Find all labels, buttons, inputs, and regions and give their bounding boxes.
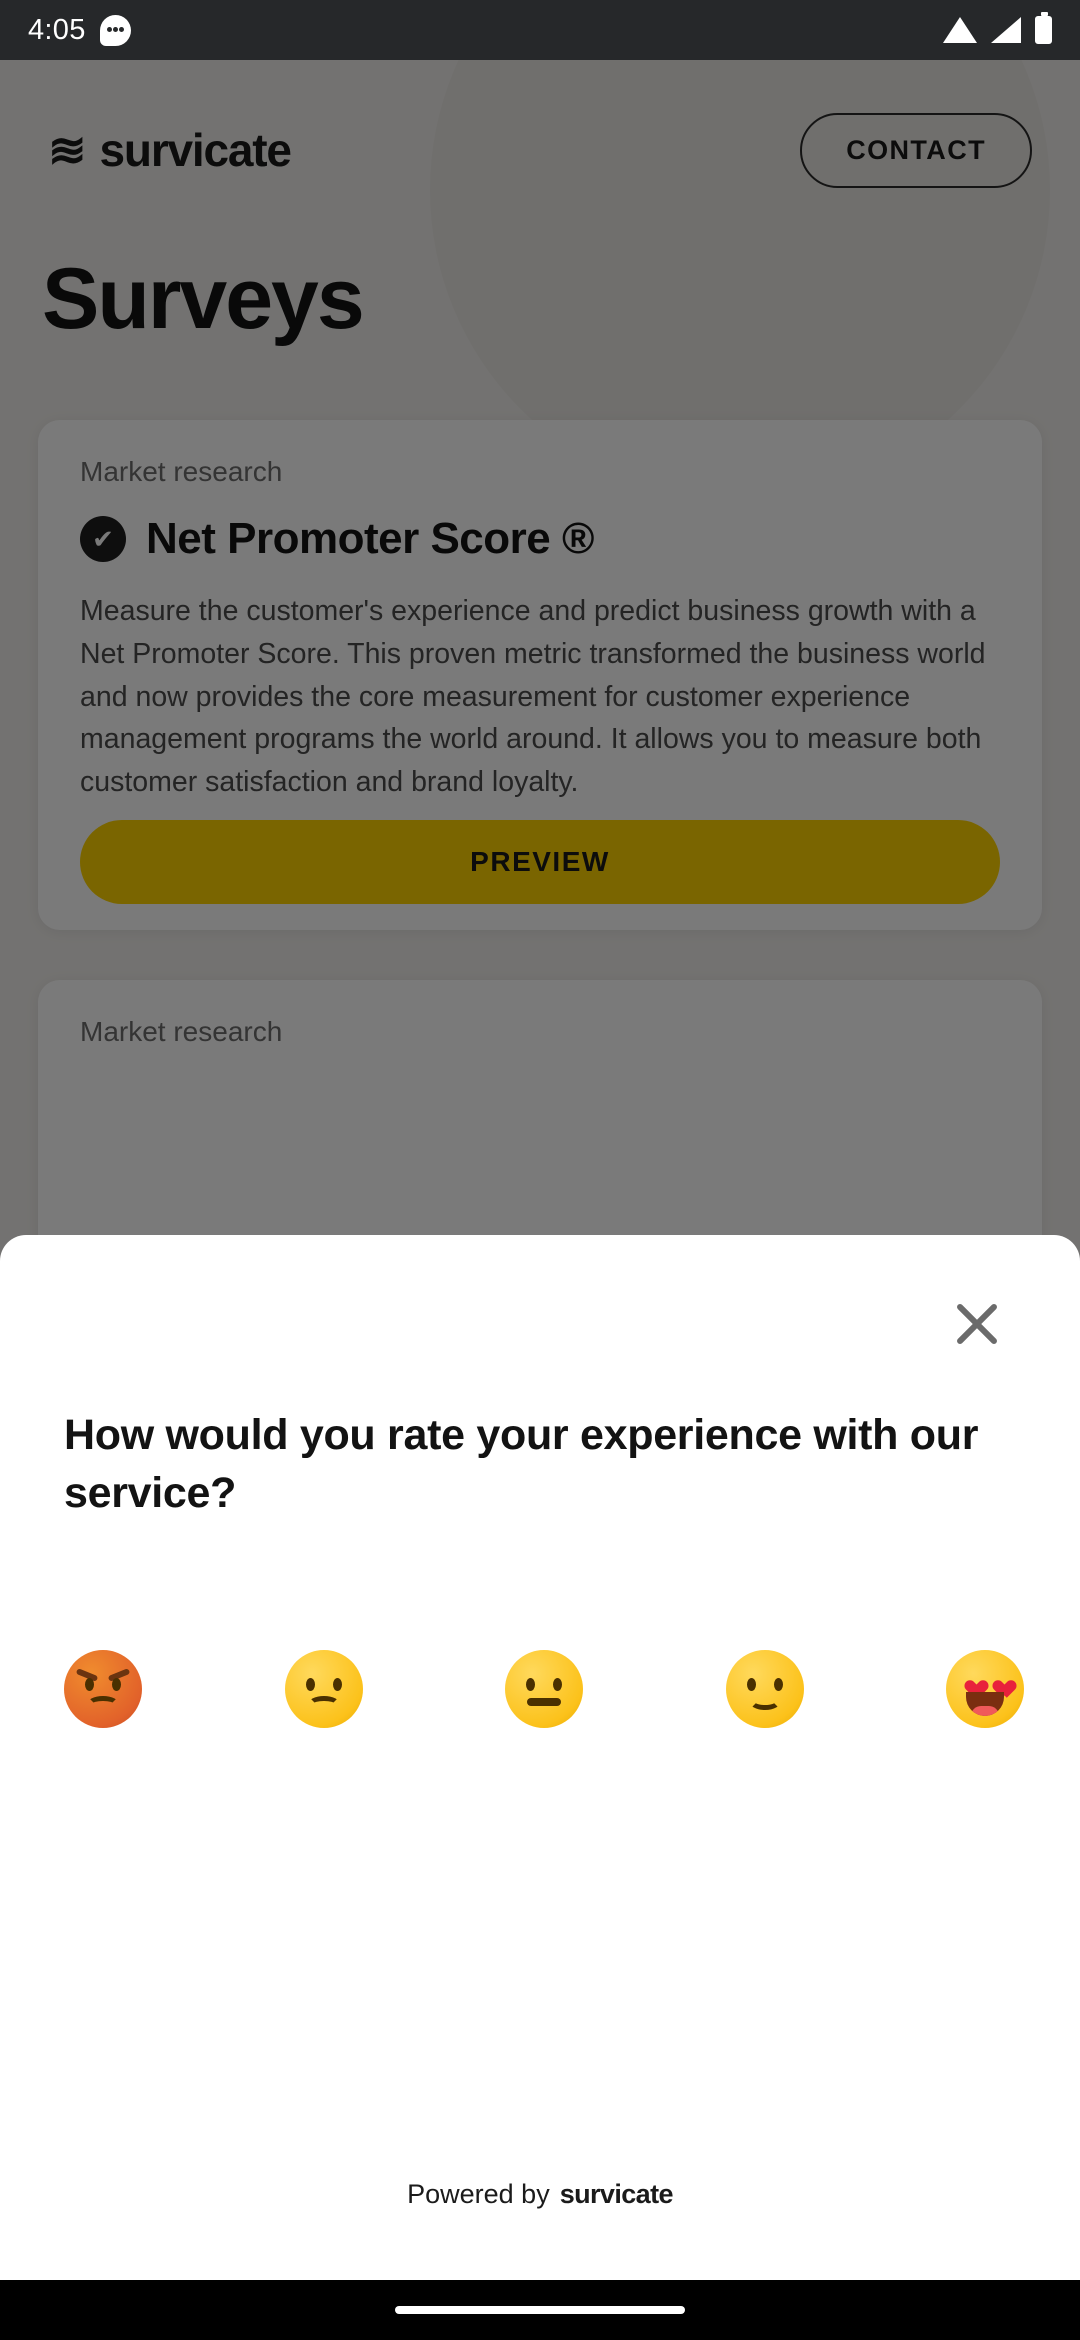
status-bar-left: 4:05 [28,14,131,47]
signal-icon [991,17,1021,43]
sad-face-icon [284,1650,363,1728]
rating-sad-button[interactable] [284,1650,363,1728]
powered-by-prefix: Powered by [407,2179,550,2209]
rating-happy-button[interactable] [725,1650,804,1728]
battery-icon [1035,12,1052,44]
heart-eyes-face-icon [946,1650,1024,1728]
rating-neutral-button[interactable] [505,1650,583,1728]
message-icon [99,14,131,46]
close-icon[interactable] [944,1291,1010,1357]
happy-face-icon [725,1650,804,1728]
wifi-icon [943,17,977,43]
powered-by-brand: survicate [559,2179,674,2209]
survey-sheet: How would you rate your experience with … [0,1235,1080,2280]
powered-by[interactable]: Powered by survicate [0,2179,1080,2210]
survey-question: How would you rate your experience with … [64,1411,979,1517]
angry-face-icon [64,1650,142,1728]
system-nav-bar [0,2280,1080,2340]
rating-love-button[interactable] [946,1650,1024,1728]
status-bar-right [943,12,1052,44]
phone-screen: 4:05 ≋ survicate CONTACT Surveys Market … [0,0,1080,2340]
status-bar: 4:05 [0,0,1080,60]
neutral-face-icon [505,1650,583,1728]
rating-angry-button[interactable] [64,1650,142,1728]
status-clock: 4:05 [28,13,86,46]
rating-options [64,1650,1024,1728]
nav-gesture-handle[interactable] [395,2306,685,2314]
